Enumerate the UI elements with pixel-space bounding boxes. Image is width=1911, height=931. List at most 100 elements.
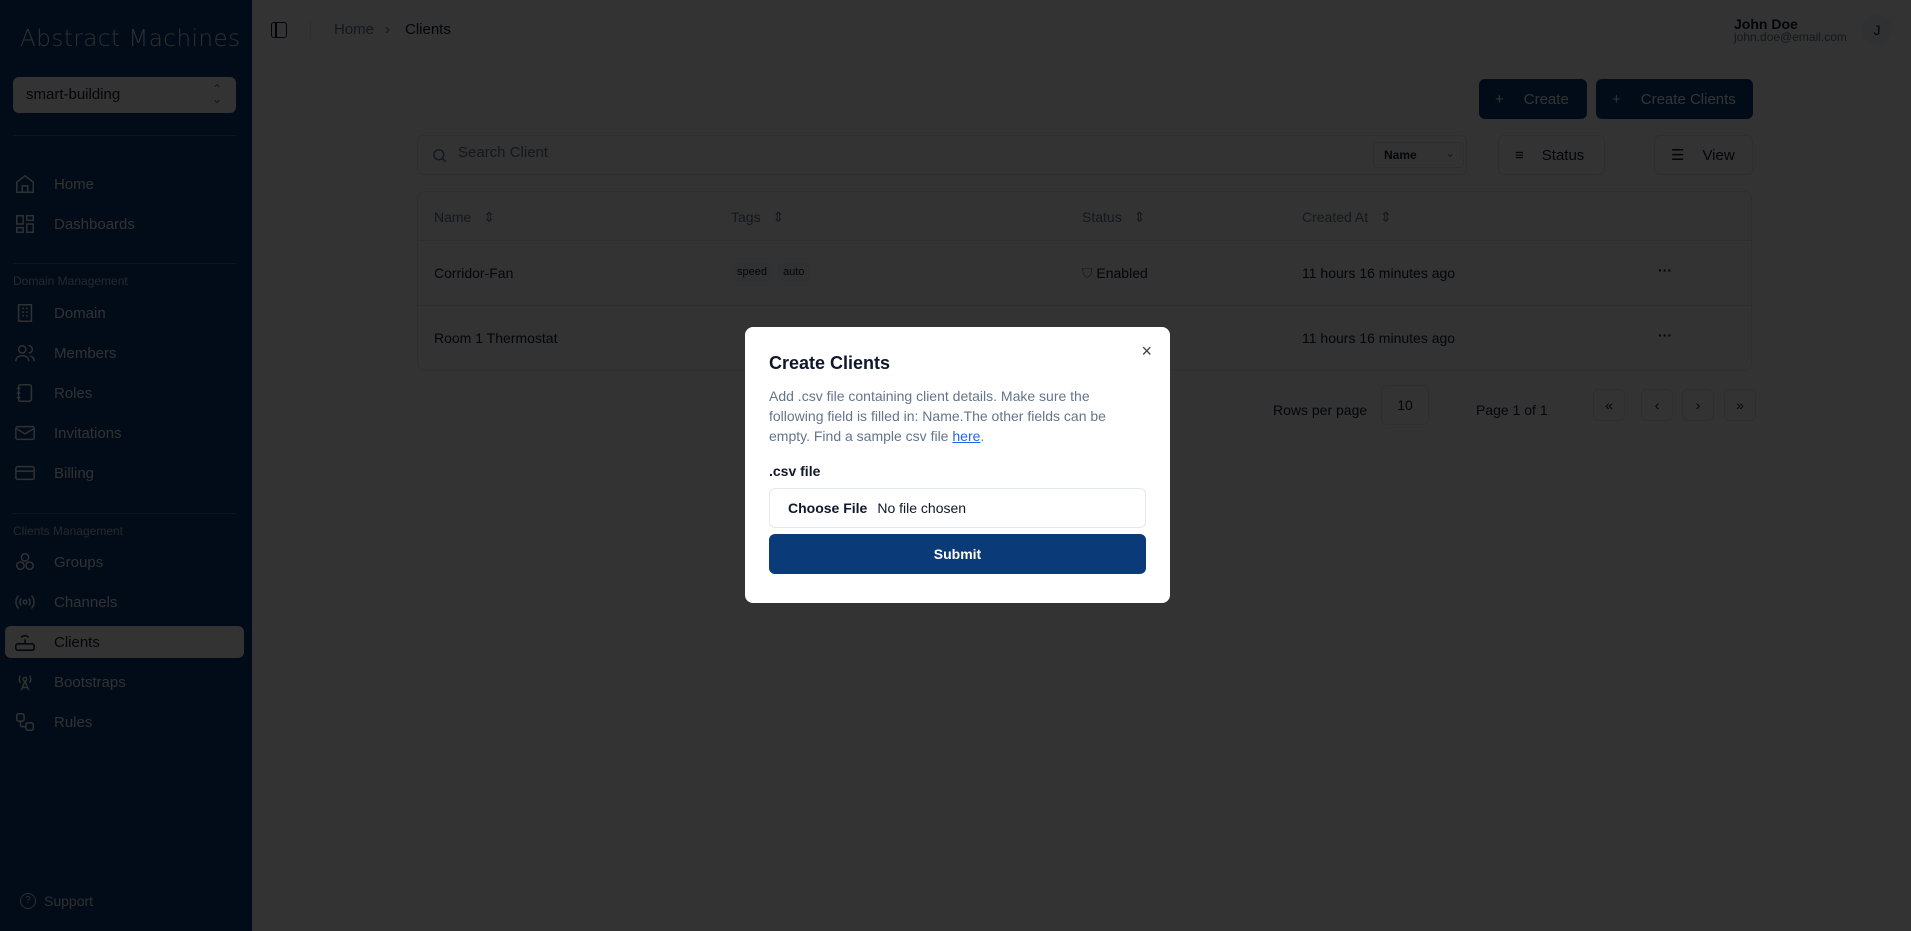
search-icon: [433, 149, 447, 163]
user-info[interactable]: John Doe john.doe@email.com: [1734, 16, 1847, 44]
page-indicator: Page 1 of 1: [1476, 402, 1548, 418]
search-field-select[interactable]: Name ⌄: [1373, 142, 1464, 168]
submit-button[interactable]: Submit: [769, 534, 1146, 574]
sidebar-item-label: Billing: [54, 464, 95, 482]
sliders-icon: ☰: [1671, 147, 1685, 164]
sidebar-item-label: Invitations: [54, 424, 122, 442]
divider: [13, 263, 236, 264]
divider: [13, 135, 236, 136]
help-circle-icon: ?: [20, 893, 36, 909]
sidebar-item-roles[interactable]: Roles: [5, 377, 244, 409]
create-label: Create: [1523, 90, 1569, 108]
view-label: View: [1702, 146, 1735, 164]
sidebar-item-label: Rules: [54, 713, 93, 731]
sidebar-item-label: Dashboards: [54, 215, 135, 233]
sidebar-item-invitations[interactable]: Invitations: [5, 417, 244, 449]
sidebar-item-dashboards[interactable]: Dashboards: [5, 208, 244, 240]
cell-created: 11 hours 16 minutes ago: [1302, 330, 1456, 346]
sidebar-item-home[interactable]: Home: [5, 168, 244, 200]
cell-tags: speed auto: [731, 262, 814, 281]
divider: [418, 240, 1751, 241]
row-actions-button[interactable]: ···: [1658, 262, 1672, 278]
cell-status: ⛉ Enabled: [1082, 265, 1148, 282]
tag-chip: auto: [776, 263, 811, 281]
sidebar-item-label: Channels: [54, 593, 118, 611]
column-header-status[interactable]: Status ⇕: [1082, 209, 1145, 226]
column-header-tags[interactable]: Tags ⇕: [731, 209, 784, 226]
cell-name[interactable]: Corridor-Fan: [434, 265, 513, 281]
sidebar-item-label: Roles: [54, 384, 93, 402]
user-email: john.doe@email.com: [1734, 30, 1847, 44]
search-input[interactable]: [458, 144, 1358, 161]
plus-icon: +: [1495, 90, 1504, 108]
sidebar-item-rules[interactable]: Rules: [5, 706, 244, 738]
next-page-button[interactable]: ›: [1682, 389, 1714, 421]
breadcrumb-current: Clients: [405, 21, 451, 38]
notebook-icon: [16, 384, 33, 402]
last-page-button[interactable]: »: [1724, 389, 1756, 421]
filter-icon: ≡: [1515, 146, 1524, 164]
description-end: .: [980, 428, 985, 444]
column-label: Created At: [1302, 209, 1369, 225]
sort-icon: ⇕: [483, 209, 496, 225]
avatar[interactable]: J: [1862, 15, 1892, 45]
sidebar-item-billing[interactable]: Billing: [5, 457, 244, 489]
sidebar-toggle-icon[interactable]: [271, 22, 287, 38]
csv-file-label: .csv file: [769, 463, 821, 479]
create-clients-button[interactable]: + Create Clients: [1596, 79, 1753, 119]
breadcrumb-home[interactable]: Home: [334, 21, 374, 38]
close-icon[interactable]: ×: [1141, 341, 1152, 362]
row-actions-button[interactable]: ···: [1658, 327, 1672, 343]
column-label: Tags: [731, 209, 761, 225]
chevron-right-icon: ›: [385, 21, 390, 38]
sidebar-item-domain[interactable]: Domain: [5, 297, 244, 329]
sidebar-item-label: Bootstraps: [54, 673, 126, 691]
section-label: Clients Management: [13, 524, 124, 538]
divider: [13, 513, 236, 514]
chevrons-up-down-icon: ⌃ ⌄: [211, 82, 222, 106]
create-button[interactable]: + Create: [1479, 79, 1587, 119]
create-clients-label: Create Clients: [1640, 90, 1736, 108]
sidebar-item-groups[interactable]: Groups: [5, 546, 244, 578]
status-label: Status: [1541, 146, 1585, 164]
cell-name[interactable]: Room 1 Thermostat: [434, 330, 557, 346]
sidebar-item-label: Members: [54, 344, 117, 362]
rows-per-page-select[interactable]: 10: [1381, 385, 1429, 425]
sidebar-item-members[interactable]: Members: [5, 337, 244, 369]
file-status: No file chosen: [877, 500, 967, 516]
status-text: Enabled: [1096, 265, 1148, 281]
csv-file-input[interactable]: Choose File No file chosen: [769, 488, 1146, 528]
building-icon: [17, 304, 33, 322]
column-header-name[interactable]: Name ⇕: [434, 209, 495, 226]
column-header-created[interactable]: Created At ⇕: [1302, 209, 1392, 226]
groups-icon: [16, 553, 34, 571]
sort-icon: ⇕: [1133, 209, 1146, 225]
sidebar-item-channels[interactable]: Channels: [5, 586, 244, 618]
support-label: Support: [44, 893, 94, 909]
view-button[interactable]: ☰ View: [1654, 135, 1753, 175]
tag-chip: speed: [731, 263, 773, 281]
dialog-description: Add .csv file containing client details.…: [769, 386, 1146, 446]
first-page-button[interactable]: «: [1593, 389, 1625, 421]
prev-page-button[interactable]: ‹: [1641, 389, 1673, 421]
sample-csv-link[interactable]: here: [952, 428, 980, 444]
domain-selector-value: smart-building: [26, 86, 121, 103]
column-label: Status: [1082, 209, 1122, 225]
credit-card-icon: [15, 465, 35, 481]
status-filter-button[interactable]: ≡ Status: [1498, 135, 1605, 175]
home-icon: [16, 174, 34, 193]
dashboard-icon: [16, 215, 34, 233]
sidebar-item-bootstraps[interactable]: Bootstraps: [5, 666, 244, 698]
sidebar-item-clients[interactable]: Clients: [5, 626, 244, 658]
search-bar: Name ⌄: [417, 135, 1467, 175]
domain-selector[interactable]: smart-building ⌃ ⌄: [13, 77, 236, 113]
support-link[interactable]: ? Support: [20, 893, 93, 909]
shield-check-icon: ⛉: [1082, 265, 1093, 281]
create-clients-dialog: × Create Clients Add .csv file containin…: [745, 327, 1170, 603]
plus-icon: +: [1612, 90, 1621, 108]
divider: [310, 20, 311, 38]
choose-file-button[interactable]: Choose File: [788, 500, 867, 516]
sidebar-item-label: Groups: [54, 553, 104, 571]
sort-icon: ⇕: [772, 209, 785, 225]
logo: Abstract Machines: [20, 26, 241, 52]
